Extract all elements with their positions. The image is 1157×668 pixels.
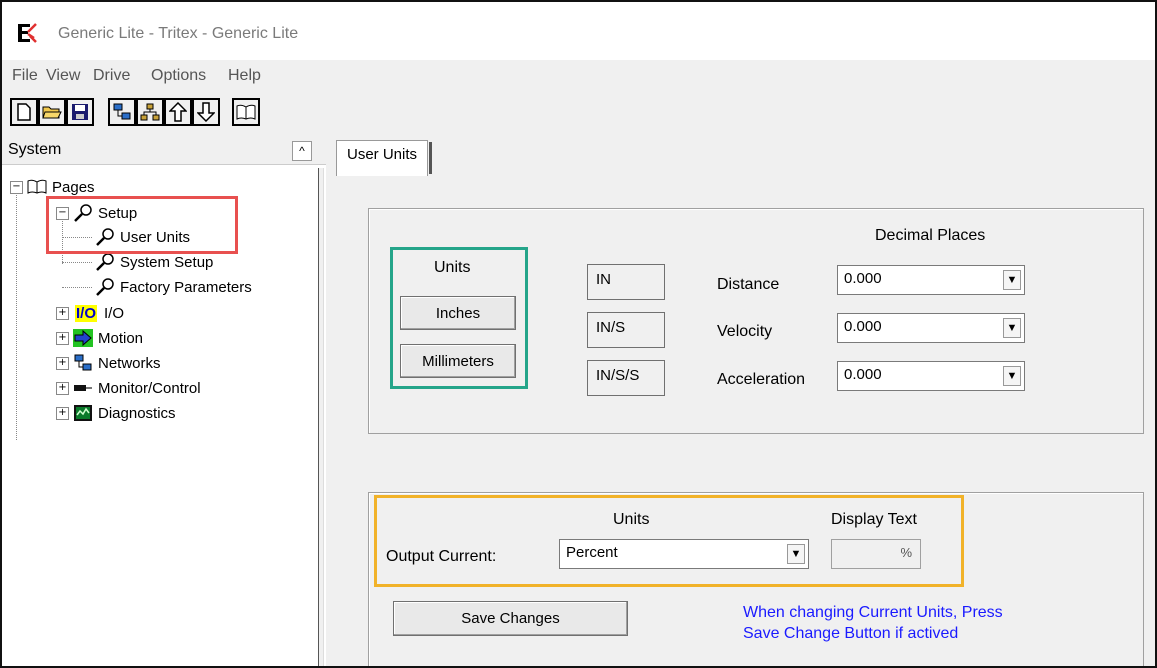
new-file-icon — [17, 103, 31, 121]
open-button[interactable] — [38, 98, 66, 126]
tree-item-networks[interactable]: + Networks — [56, 352, 161, 374]
toolbar — [2, 92, 1155, 135]
tree-label-system-setup: System Setup — [120, 253, 214, 271]
velocity-decimal-select[interactable]: 0.000 ▼ — [837, 313, 1025, 343]
manual-button[interactable] — [232, 98, 260, 126]
menu-options[interactable]: Options — [151, 67, 206, 85]
dropdown-arrow-icon[interactable]: ▼ — [1003, 318, 1021, 338]
sidebar-header: System ^ — [2, 134, 326, 165]
diagnostics-chart-icon — [72, 403, 94, 423]
tree-label-monitor-control: Monitor/Control — [98, 379, 201, 397]
highlight-box-teal — [390, 247, 528, 389]
acceleration-decimal-select[interactable]: 0.000 ▼ — [837, 361, 1025, 391]
network-icon — [72, 353, 94, 373]
upload-button[interactable] — [164, 98, 192, 126]
distance-decimal-value: 0.000 — [844, 270, 882, 287]
tree-item-monitor-control[interactable]: + Monitor/Control — [56, 377, 201, 399]
velocity-decimal-value: 0.000 — [844, 318, 882, 335]
download-button[interactable] — [192, 98, 220, 126]
save-changes-button[interactable]: Save Changes — [393, 601, 628, 636]
expand-node-icon[interactable]: + — [56, 406, 69, 420]
dropdown-arrow-icon[interactable]: ▼ — [1003, 366, 1021, 386]
app-window: Generic Lite - Tritex - Generic Lite Fil… — [0, 0, 1157, 668]
expand-node-icon[interactable]: + — [56, 331, 69, 345]
collapse-node-icon[interactable]: − — [10, 180, 23, 194]
tree-item-pages[interactable]: − Pages — [10, 176, 95, 198]
current-units-note: When changing Current Units, Press Save … — [743, 602, 1003, 644]
expand-node-icon[interactable]: + — [56, 306, 69, 320]
menu-view[interactable]: View — [46, 67, 80, 85]
save-icon — [72, 104, 88, 120]
network-button[interactable] — [108, 98, 136, 126]
distance-unit: IN — [587, 264, 665, 300]
units-panel: Units Inches Millimeters Decimal Places … — [368, 208, 1144, 434]
highlight-box-red — [46, 196, 238, 254]
dropdown-arrow-icon[interactable]: ▼ — [1003, 270, 1021, 290]
book-icon — [236, 104, 256, 120]
distance-label: Distance — [717, 276, 780, 293]
collapse-button[interactable]: ^ — [292, 141, 312, 161]
tree-item-system-setup[interactable]: System Setup — [94, 251, 213, 273]
menu-drive[interactable]: Drive — [93, 67, 130, 85]
tab-user-units[interactable]: User Units — [336, 140, 429, 176]
tree-item-diagnostics[interactable]: + Diagnostics — [56, 402, 176, 424]
monitor-control-icon — [72, 378, 94, 398]
upload-arrow-icon — [169, 102, 187, 122]
expand-node-icon[interactable]: + — [56, 356, 69, 370]
tree-item-io[interactable]: + I/O I/O — [56, 302, 124, 324]
io-icon: I/O — [74, 304, 97, 322]
menu-help[interactable]: Help — [228, 67, 261, 85]
motion-arrow-icon — [72, 328, 94, 348]
splitter[interactable] — [318, 168, 324, 666]
acceleration-label: Acceleration — [717, 371, 806, 388]
system-tree: − Pages − Setup User Units System Setup … — [2, 174, 318, 666]
velocity-unit: IN/S — [587, 312, 665, 348]
tab-edge — [429, 142, 432, 174]
hierarchy-button[interactable] — [136, 98, 164, 126]
wrench-icon — [94, 252, 116, 272]
note-line-2: Save Change Button if actived — [743, 625, 959, 642]
main-content: User Units Units Inches Millimeters Deci… — [326, 134, 1155, 666]
sidebar: System ^ − Pages − Setup User Units Syst… — [2, 134, 326, 666]
app-logo-icon — [18, 23, 37, 43]
new-file-button[interactable] — [10, 98, 38, 126]
download-arrow-icon — [197, 102, 215, 122]
tree-label-io: I/O — [104, 304, 125, 322]
menu-file[interactable]: File — [12, 67, 38, 85]
wrench-icon — [94, 277, 116, 297]
tree-label-factory-parameters: Factory Parameters — [120, 278, 252, 296]
decimal-places-header: Decimal Places — [875, 227, 986, 244]
window-title: Generic Lite - Tritex - Generic Lite — [58, 25, 299, 42]
velocity-label: Velocity — [717, 323, 773, 340]
tree-label-diagnostics: Diagnostics — [98, 404, 176, 422]
save-button-toolbar[interactable] — [66, 98, 94, 126]
note-line-1: When changing Current Units, Press — [743, 604, 1003, 621]
hierarchy-icon — [140, 103, 160, 121]
network-icon — [113, 103, 131, 120]
tree-label-motion: Motion — [98, 329, 144, 347]
title-bar: Generic Lite - Tritex - Generic Lite — [2, 2, 1155, 60]
open-folder-icon — [42, 106, 62, 119]
highlight-box-orange — [374, 495, 964, 587]
chevron-up-icon: ^ — [299, 144, 305, 158]
tree-item-factory-parameters[interactable]: Factory Parameters — [94, 276, 252, 298]
output-current-panel: Units Display Text Output Current: Perce… — [368, 492, 1144, 666]
tree-item-motion[interactable]: + Motion — [56, 327, 143, 349]
acceleration-unit: IN/S/S — [587, 360, 665, 396]
tree-label-pages: Pages — [52, 178, 95, 196]
book-icon — [26, 177, 48, 197]
tree-label-networks: Networks — [98, 354, 161, 372]
expand-node-icon[interactable]: + — [56, 381, 69, 395]
distance-decimal-select[interactable]: 0.000 ▼ — [837, 265, 1025, 295]
acceleration-decimal-value: 0.000 — [844, 366, 882, 383]
sidebar-title: System — [8, 141, 62, 158]
menu-bar: File View Drive Options Help — [2, 60, 1155, 92]
